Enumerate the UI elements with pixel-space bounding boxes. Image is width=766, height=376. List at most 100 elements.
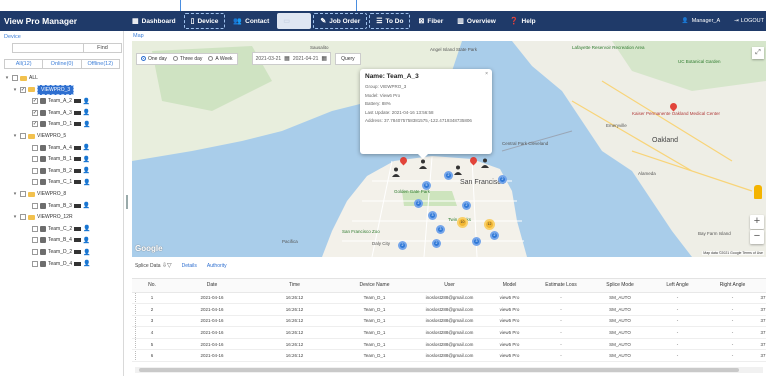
- tree-group[interactable]: ▾ VIEWPRO_12R: [12, 212, 73, 222]
- filter-icon[interactable]: ▽: [167, 263, 172, 269]
- device-search-input[interactable]: [12, 43, 83, 53]
- nav-contact[interactable]: 👥 Contact: [227, 13, 275, 29]
- technician-avatar-icon[interactable]: [419, 159, 427, 169]
- chevron-down-icon[interactable]: ▾: [12, 214, 18, 220]
- column-header[interactable]: No.: [132, 279, 172, 293]
- marker-cluster[interactable]: 2: [414, 199, 423, 208]
- table-row[interactable]: 3 2021-04-16 16:26:12 Team_D_1 inoslost288@g…: [132, 315, 766, 328]
- tree-device[interactable]: Team_B_3 👤: [32, 201, 90, 211]
- tree-device[interactable]: Team_C_1 👤: [32, 177, 91, 187]
- nav-monitor[interactable]: ▭: [277, 13, 312, 29]
- technician-avatar-icon[interactable]: [481, 158, 489, 168]
- fullscreen-icon[interactable]: ⤢: [752, 47, 764, 59]
- map-view[interactable]: One day Three day A Week 2021-03-21 ▦ 20…: [132, 41, 766, 257]
- nav-device[interactable]: ▯ Device: [183, 13, 226, 29]
- nav-fiber[interactable]: ⊠ Fiber: [412, 13, 449, 29]
- checkbox[interactable]: [32, 237, 38, 244]
- tree-root[interactable]: ▾ ALL: [4, 73, 38, 83]
- checkbox[interactable]: [32, 156, 38, 163]
- range-three-day[interactable]: Three day: [172, 56, 202, 62]
- marker-cluster[interactable]: 3: [428, 211, 437, 220]
- marker-cluster[interactable]: 2: [398, 241, 407, 250]
- date-from[interactable]: 2021-03-21: [256, 56, 282, 62]
- checkbox[interactable]: [32, 225, 38, 232]
- table-row[interactable]: 4 2021-04-16 16:26:12 Team_D_1 inoslost288@g…: [132, 326, 766, 339]
- tree-device[interactable]: Team_A_4 👤: [32, 143, 90, 153]
- nav-help[interactable]: ❓ Help: [504, 13, 542, 29]
- tab-splice-data[interactable]: Splice Data ⇩▽: [135, 262, 172, 269]
- range-one-day[interactable]: One day: [141, 56, 167, 62]
- zoom-in-button[interactable]: +: [750, 215, 764, 229]
- checkbox[interactable]: [32, 249, 38, 255]
- tab-offline[interactable]: Offline(12): [80, 60, 119, 68]
- query-button[interactable]: Query: [335, 52, 361, 65]
- logout-button[interactable]: ⇥ LOGOUT: [734, 18, 766, 24]
- tab-details[interactable]: Details: [182, 263, 197, 269]
- zoom-out-button[interactable]: −: [750, 230, 764, 244]
- checkbox[interactable]: ✓: [32, 98, 38, 105]
- calendar-icon[interactable]: ▦: [321, 55, 327, 62]
- tree-group[interactable]: ▾ ✓ VIEWPRO_3: [12, 84, 75, 95]
- tab-authority[interactable]: Authority: [207, 263, 227, 269]
- marker-cluster[interactable]: 12: [484, 219, 495, 230]
- checkbox[interactable]: ✓: [20, 86, 26, 93]
- tree-device[interactable]: Team_B_2 👤: [32, 166, 90, 176]
- marker-cluster[interactable]: 3: [436, 225, 445, 234]
- user-menu[interactable]: 👤 Manager_A: [682, 18, 720, 24]
- column-header[interactable]: User: [412, 279, 487, 293]
- marker-cluster[interactable]: 5: [422, 181, 431, 190]
- column-header[interactable]: [760, 279, 766, 293]
- checkbox[interactable]: [20, 214, 26, 221]
- scrollbar-thumb[interactable]: [139, 368, 739, 372]
- marker-cluster[interactable]: 10: [457, 217, 468, 228]
- table-row[interactable]: 5 2021-04-16 16:26:12 Team_D_1 inoslost288@g…: [132, 338, 766, 351]
- column-header[interactable]: Model: [487, 279, 532, 293]
- tree-device[interactable]: Team_D_4 👤: [32, 259, 91, 269]
- tree-group[interactable]: ▾ VIEWPRO_5: [12, 131, 66, 141]
- marker-cluster[interactable]: 3: [472, 237, 481, 246]
- tree-device[interactable]: ✓ Team_A_3 👤: [32, 108, 90, 118]
- checkbox[interactable]: ✓: [32, 121, 38, 128]
- checkbox[interactable]: [32, 167, 38, 174]
- technician-avatar-icon[interactable]: [454, 165, 462, 175]
- panel-resize-handle[interactable]: [126, 195, 128, 209]
- tree-device[interactable]: Team_C_2 👤: [32, 224, 91, 234]
- date-range-picker[interactable]: 2021-03-21 ▦ 2021-04-21 ▦: [251, 52, 332, 65]
- tree-device[interactable]: Team_B_4 👤: [32, 235, 90, 245]
- checkbox[interactable]: [20, 191, 26, 197]
- table-row[interactable]: 6 2021-04-16 16:26:12 Team_D_1 inoslost288@g…: [132, 349, 766, 363]
- table-row[interactable]: 2 2021-04-16 16:26:12 Team_D_1 inoslost288@g…: [132, 303, 766, 316]
- nav-todo[interactable]: ☰ To Do: [369, 13, 411, 29]
- column-header[interactable]: Device Name: [337, 279, 412, 293]
- column-header[interactable]: Right Angle: [705, 279, 760, 293]
- date-to[interactable]: 2021-04-21: [293, 56, 319, 62]
- checkbox[interactable]: [32, 144, 38, 151]
- close-icon[interactable]: ×: [485, 71, 488, 77]
- find-button[interactable]: Find: [83, 43, 122, 53]
- nav-job-order[interactable]: ✎ Job Order: [313, 13, 368, 29]
- chevron-down-icon[interactable]: ▾: [12, 133, 18, 139]
- chevron-down-icon[interactable]: ▾: [12, 87, 18, 93]
- chevron-down-icon[interactable]: ▾: [12, 191, 18, 197]
- horizontal-scrollbar[interactable]: [135, 367, 763, 373]
- column-header[interactable]: Date: [172, 279, 252, 293]
- marker-cluster[interactable]: 2: [498, 175, 507, 184]
- nav-overview[interactable]: ▥ Overview: [451, 13, 502, 29]
- tree-device[interactable]: Team_D_2 👤: [32, 247, 91, 257]
- tree-group[interactable]: ▾ VIEWPRO_8: [12, 189, 66, 199]
- column-header[interactable]: Estimate Loss: [532, 279, 590, 293]
- street-view-icon[interactable]: [754, 185, 762, 199]
- marker-cluster[interactable]: 2: [490, 231, 499, 240]
- marker-cluster[interactable]: 2: [462, 201, 471, 210]
- tab-all[interactable]: All(12): [5, 60, 42, 68]
- tree-device[interactable]: ✓ Team_A_2 👤: [32, 96, 90, 106]
- chevron-down-icon[interactable]: ▾: [4, 75, 10, 81]
- marker-cluster[interactable]: 2: [432, 239, 441, 248]
- checkbox[interactable]: ✓: [32, 109, 38, 116]
- tree-device[interactable]: ✓ Team_D_1 👤: [32, 119, 91, 129]
- column-header[interactable]: Left Angle: [650, 279, 705, 293]
- checkbox[interactable]: [32, 202, 38, 209]
- checkbox[interactable]: [32, 260, 38, 267]
- checkbox[interactable]: [32, 179, 38, 186]
- range-a-week[interactable]: A Week: [208, 56, 233, 62]
